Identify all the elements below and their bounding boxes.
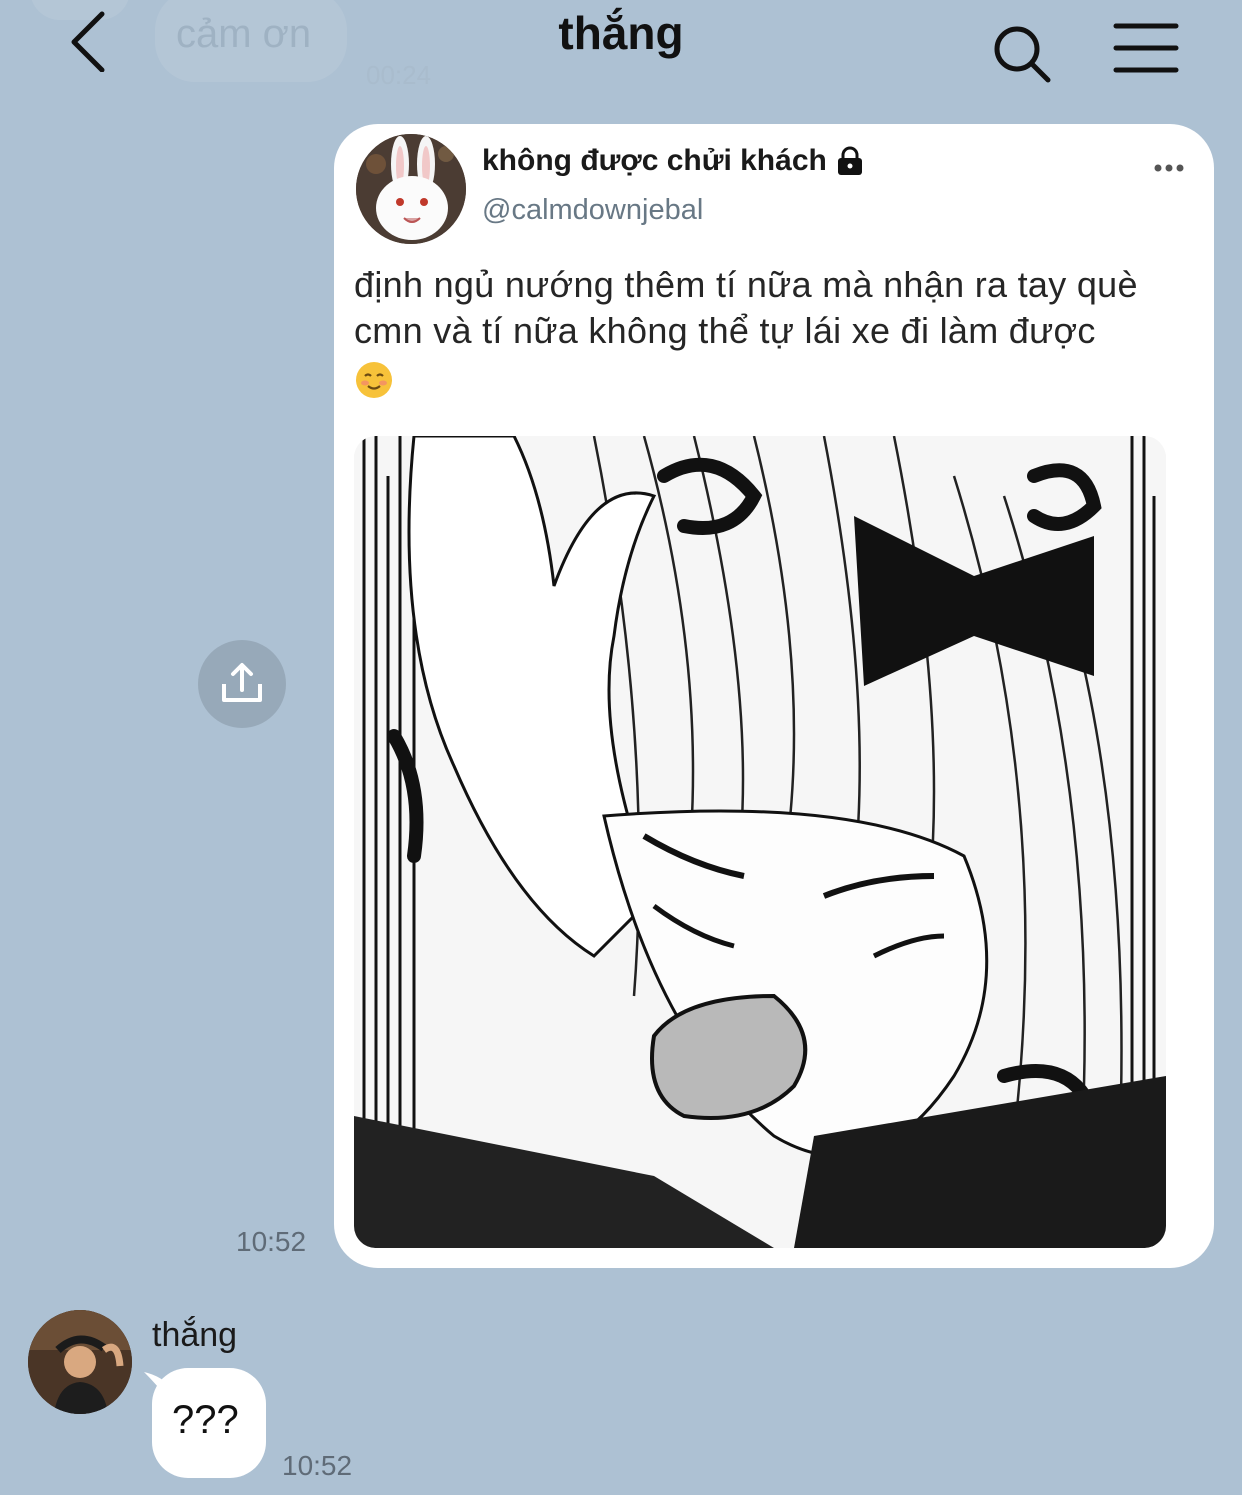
tweet-handle[interactable]: @calmdownjebal (482, 194, 703, 227)
lock-icon (838, 146, 862, 175)
incoming-message-text: ??? (172, 1398, 239, 1442)
sender-name: thắng (152, 1316, 238, 1354)
search-icon (994, 26, 1051, 83)
menu-button[interactable] (1110, 20, 1182, 76)
tweet-author-avatar[interactable] (356, 134, 466, 244)
share-upload-icon (222, 663, 262, 702)
sender-avatar[interactable] (28, 1310, 132, 1414)
share-button[interactable] (198, 640, 286, 728)
tweet-display-name[interactable]: không được chửi khách (482, 144, 827, 178)
tweet-image[interactable] (354, 436, 1166, 1248)
chat-header: thắng (0, 0, 1242, 100)
tweet-text: định ngủ nướng thêm tí nữa mà nhận ra ta… (354, 264, 1138, 351)
bunny-avatar-icon (356, 134, 466, 244)
person-avatar-icon (28, 1310, 132, 1414)
shared-post-time: 10:52 (236, 1226, 307, 1257)
manga-image (354, 436, 1166, 1248)
more-options-icon[interactable] (1154, 162, 1184, 174)
incoming-message-time: 10:52 (282, 1450, 353, 1481)
chat-title: thắng (558, 7, 684, 59)
hamburger-menu-icon (1113, 23, 1179, 73)
smiling-blush-emoji-icon (356, 362, 392, 398)
shared-tweet-card[interactable]: không được chửi khách @calmdownjebal địn… (334, 124, 1214, 1268)
search-button[interactable] (990, 22, 1054, 86)
